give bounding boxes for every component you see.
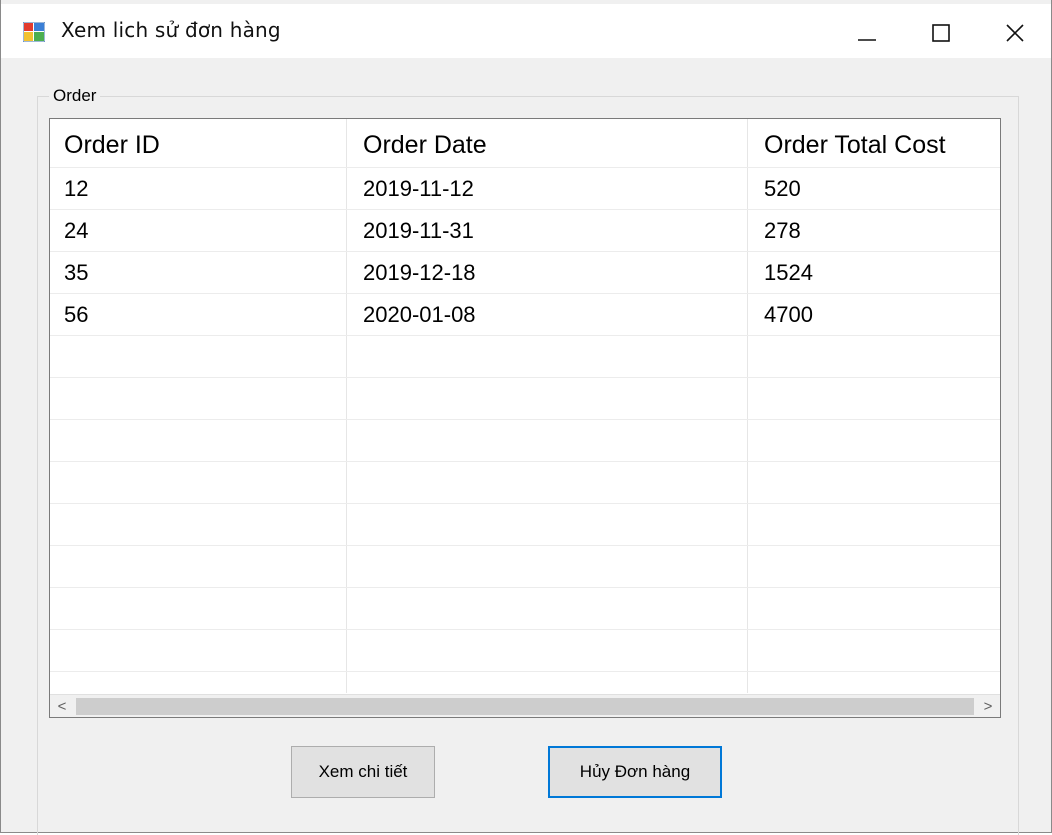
- title-bar[interactable]: Xem lich sử đơn hàng: [1, 4, 1051, 58]
- cell-order-total[interactable]: 1524: [764, 260, 813, 286]
- cell-order-id[interactable]: 12: [64, 176, 88, 202]
- scroll-left-arrow[interactable]: <: [50, 695, 74, 717]
- cell-order-total[interactable]: 520: [764, 176, 801, 202]
- order-grid[interactable]: Order ID Order Date Order Total Cost 12 …: [49, 118, 1001, 718]
- maximize-icon: [932, 24, 950, 42]
- cell-order-date[interactable]: 2019-12-18: [363, 260, 476, 286]
- cell-order-total[interactable]: 278: [764, 218, 801, 244]
- cell-order-date[interactable]: 2020-01-08: [363, 302, 476, 328]
- cell-order-total[interactable]: 4700: [764, 302, 813, 328]
- row-divider: [50, 335, 1000, 336]
- maximize-button[interactable]: [911, 8, 971, 58]
- row-divider: [50, 251, 1000, 252]
- row-divider: [50, 293, 1000, 294]
- column-header-order-id[interactable]: Order ID: [64, 131, 160, 160]
- close-button[interactable]: [985, 8, 1045, 58]
- scrollbar-thumb[interactable]: [76, 698, 974, 715]
- cell-order-id[interactable]: 56: [64, 302, 88, 328]
- cell-order-date[interactable]: 2019-11-31: [363, 218, 474, 244]
- order-group-label: Order: [49, 86, 101, 106]
- close-icon: [1006, 24, 1024, 42]
- horizontal-scrollbar[interactable]: < >: [50, 694, 1000, 717]
- row-divider: [50, 419, 1000, 420]
- cell-order-date[interactable]: 2019-11-12: [363, 176, 474, 202]
- minimize-button[interactable]: [837, 8, 897, 58]
- row-divider: [50, 167, 1000, 168]
- column-header-order-total-cost[interactable]: Order Total Cost: [764, 131, 946, 160]
- cancel-order-button[interactable]: Hủy Đơn hàng: [548, 746, 722, 798]
- row-divider: [50, 545, 1000, 546]
- row-divider: [50, 671, 1000, 672]
- row-divider: [50, 503, 1000, 504]
- row-divider: [50, 209, 1000, 210]
- cell-order-id[interactable]: 24: [64, 218, 88, 244]
- app-window: Xem lich sử đơn hàng Order Order ID Orde…: [0, 0, 1052, 835]
- row-divider: [50, 629, 1000, 630]
- app-window-icon: [23, 22, 45, 42]
- column-header-order-date[interactable]: Order Date: [363, 131, 487, 160]
- row-divider: [50, 587, 1000, 588]
- grid-column-id: [50, 119, 347, 693]
- row-divider: [50, 461, 1000, 462]
- grid-column-date: [347, 119, 748, 693]
- row-divider: [50, 377, 1000, 378]
- cell-order-id[interactable]: 35: [64, 260, 88, 286]
- scroll-right-arrow[interactable]: >: [976, 695, 1000, 717]
- minimize-icon: [858, 39, 876, 41]
- view-details-button[interactable]: Xem chi tiết: [291, 746, 435, 798]
- window-title: Xem lich sử đơn hàng: [61, 18, 281, 42]
